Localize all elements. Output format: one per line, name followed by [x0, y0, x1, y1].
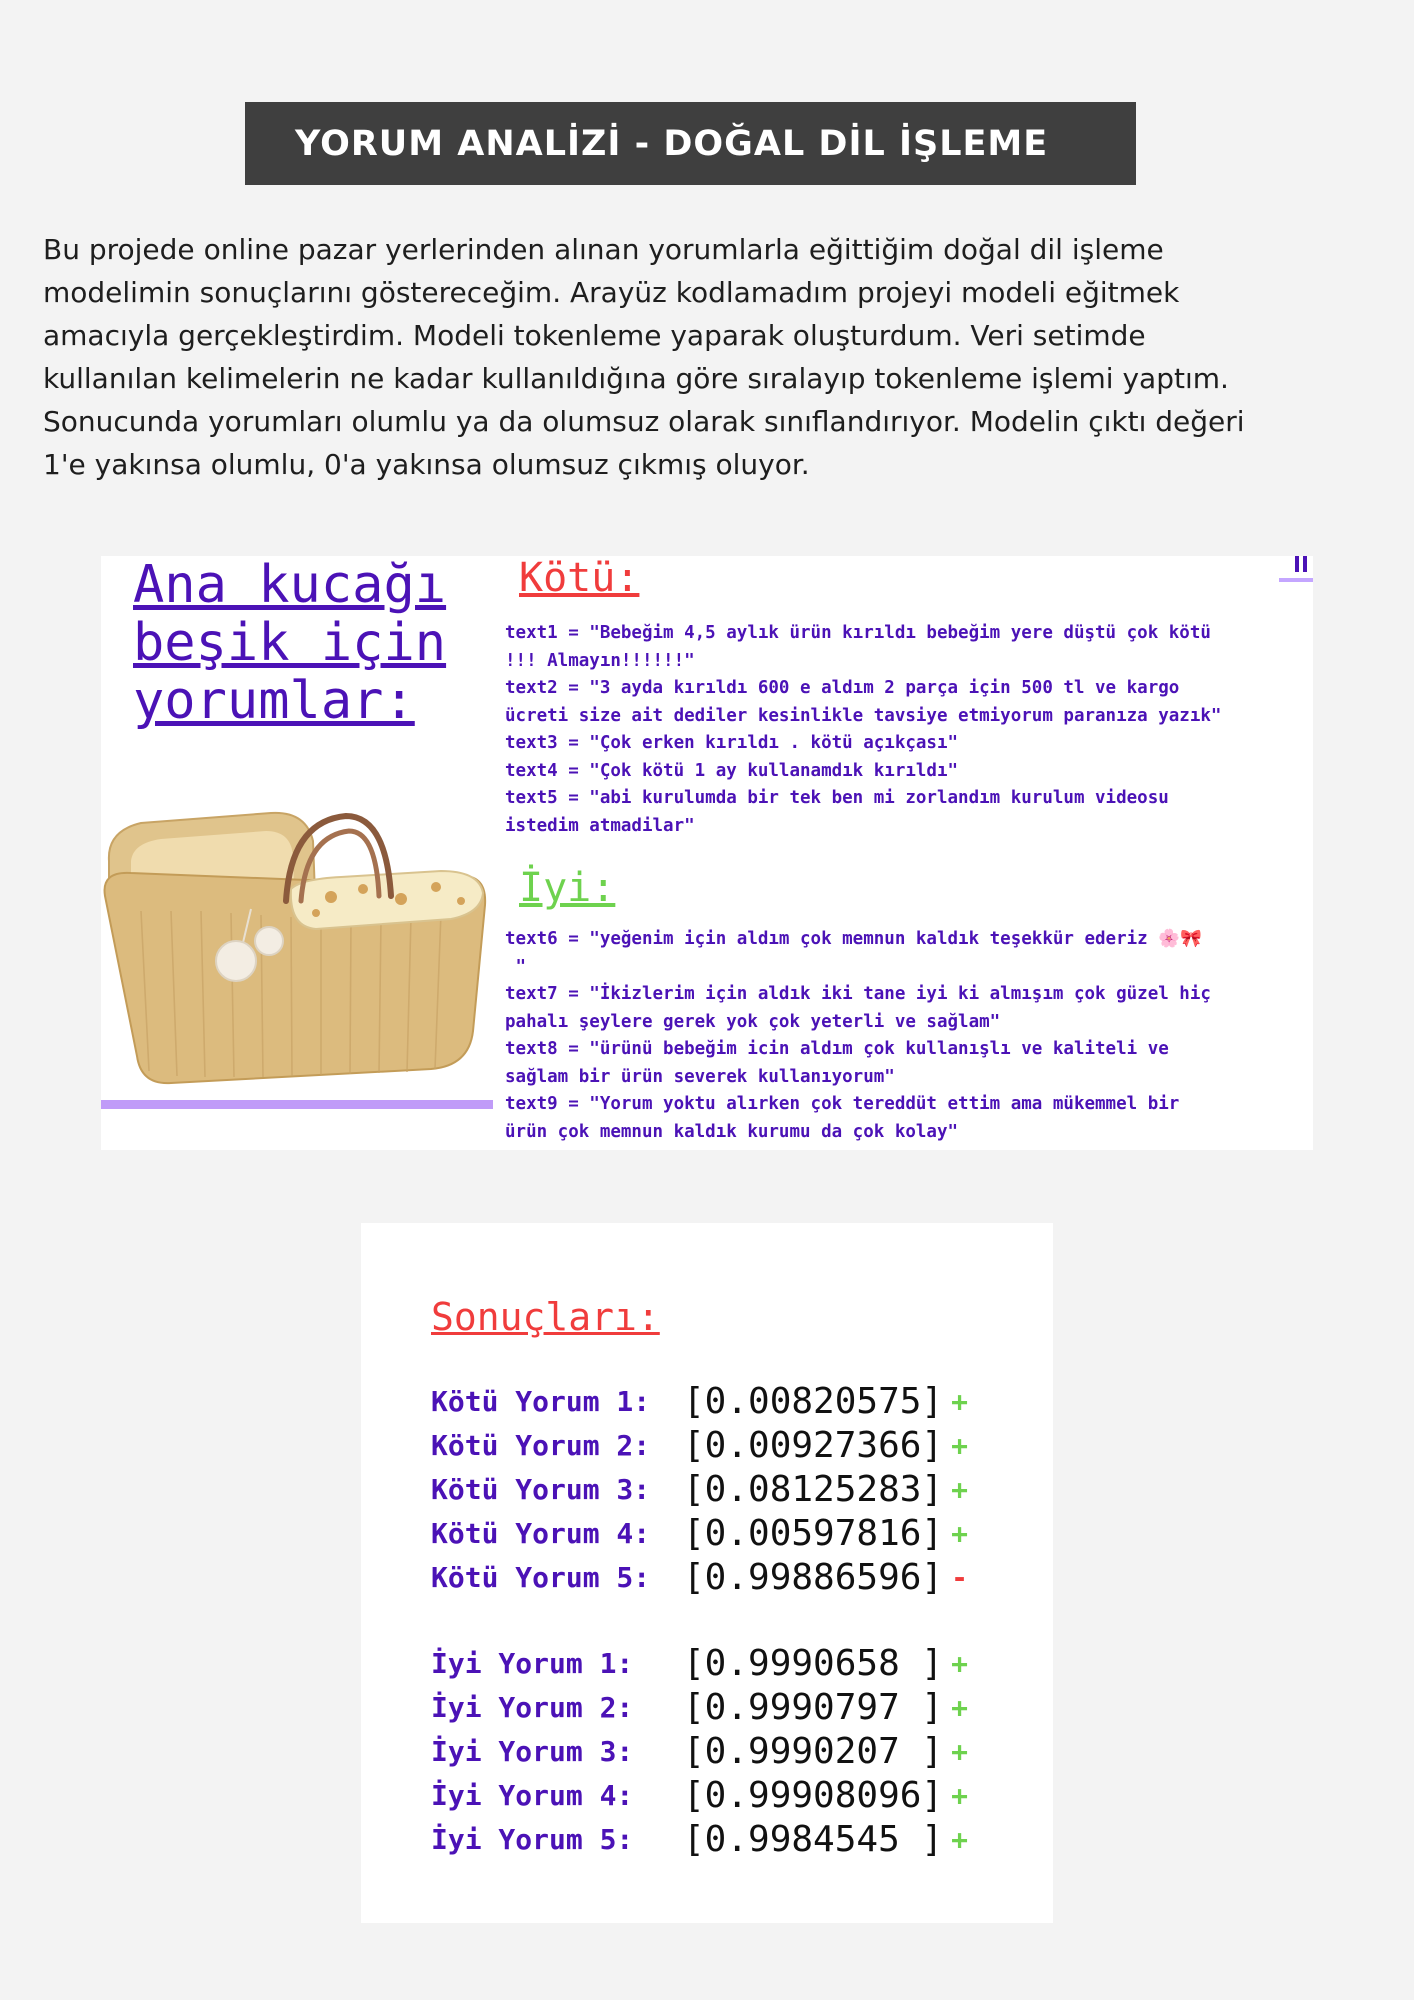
- result-value: [0.00927366]: [683, 1424, 944, 1466]
- result-sign: +: [951, 1516, 968, 1550]
- comments-panel: Ana kucağı beşik için yorumlar: Kötü: te…: [101, 556, 1313, 1150]
- code-line: pahalı şeylere gerek yok çok yeterli ve …: [505, 1011, 1001, 1032]
- result-value: [0.9990658 ]: [683, 1642, 944, 1684]
- result-sign: +: [951, 1428, 968, 1462]
- result-label: Kötü Yorum 3:: [431, 1472, 651, 1506]
- code-line: istedim atmadilar": [505, 815, 695, 836]
- corner-mark-icon: [1279, 556, 1313, 584]
- result-label: İyi Yorum 4:: [431, 1778, 634, 1812]
- code-line: text3 = "Çok erken kırıldı . kötü açıkça…: [505, 733, 959, 753]
- code-line: text7 = "İkizlerim için aldık iki tane i…: [505, 984, 1211, 1004]
- bad-heading: Kötü:: [519, 556, 640, 601]
- result-sign: -: [951, 1560, 968, 1594]
- result-sign: +: [951, 1734, 968, 1768]
- result-row: Kötü Yorum 4: [0.00597816] +: [431, 1511, 968, 1555]
- good-heading: İyi:: [519, 865, 616, 911]
- baby-basket-illustration: [103, 811, 487, 1085]
- code-line: sağlam bir ürün severek kullanıyorum": [505, 1066, 895, 1087]
- result-sign: +: [951, 1690, 968, 1724]
- results-heading: Sonuçları:: [431, 1295, 660, 1339]
- comments-heading: Ana kucağı beşik için yorumlar:: [133, 556, 447, 731]
- bad-comments-list: text1 = "Bebeğim 4,5 aylık ürün kırıldı …: [505, 620, 1313, 840]
- good-comments-list: text6 = "yeğenim için aldım çok memnun k…: [505, 926, 1313, 1146]
- result-sign: +: [951, 1646, 968, 1680]
- result-row: İyi Yorum 3: [0.9990207 ] +: [431, 1729, 968, 1773]
- result-label: İyi Yorum 3:: [431, 1734, 634, 1768]
- result-value: [0.9990207 ]: [683, 1730, 944, 1772]
- result-label: İyi Yorum 2:: [431, 1690, 634, 1724]
- result-sign: +: [951, 1384, 968, 1418]
- result-row: Kötü Yorum 1: [0.00820575] +: [431, 1379, 968, 1423]
- intro-text: Bu projede online pazar yerlerinden alın…: [43, 228, 1383, 486]
- code-line: !!! Almayın!!!!!!": [505, 650, 695, 671]
- page-title: YORUM ANALİZİ - DOĞAL DİL İŞLEME: [245, 102, 1136, 185]
- result-value: [0.99886596]: [683, 1556, 944, 1598]
- result-row: Kötü Yorum 5: [0.99886596] -: [431, 1555, 968, 1599]
- result-row: Kötü Yorum 3: [0.08125283] +: [431, 1467, 968, 1511]
- result-value: [0.00597816]: [683, 1512, 944, 1554]
- code-line: ": [505, 956, 527, 977]
- result-row: Kötü Yorum 2: [0.00927366] +: [431, 1423, 968, 1467]
- result-value: [0.99908096]: [683, 1774, 944, 1816]
- intro-line: kullanılan kelimelerin ne kadar kullanıl…: [43, 362, 1229, 395]
- result-row: İyi Yorum 4: [0.99908096] +: [431, 1773, 968, 1817]
- result-label: Kötü Yorum 1:: [431, 1384, 651, 1418]
- result-label: İyi Yorum 5:: [431, 1822, 634, 1856]
- intro-line: modelimin sonuçlarını göstereceğim. Aray…: [43, 276, 1180, 309]
- result-sign: +: [951, 1778, 968, 1812]
- result-value: [0.9990797 ]: [683, 1686, 944, 1728]
- code-line: text5 = "abi kurulumda bir tek ben mi zo…: [505, 788, 1169, 808]
- intro-line: amacıyla gerçekleştirdim. Modeli tokenle…: [43, 319, 1146, 352]
- result-label: Kötü Yorum 5:: [431, 1560, 651, 1594]
- result-label: Kötü Yorum 2:: [431, 1428, 651, 1462]
- code-line: text2 = "3 ayda kırıldı 600 e aldım 2 pa…: [505, 678, 1180, 698]
- result-value: [0.08125283]: [683, 1468, 944, 1510]
- intro-line: 1'e yakınsa olumlu, 0'a yakınsa olumsuz …: [43, 448, 810, 481]
- result-value: [0.9984545 ]: [683, 1818, 944, 1860]
- code-line: ürün çok memnun kaldık kurumu da çok kol…: [505, 1121, 959, 1142]
- code-line: text4 = "Çok kötü 1 ay kullanamdık kırıl…: [505, 760, 959, 781]
- code-line: text9 = "Yorum yoktu alırken çok tereddü…: [505, 1094, 1180, 1114]
- result-value: [0.00820575]: [683, 1380, 944, 1422]
- code-line: text1 = "Bebeğim 4,5 aylık ürün kırıldı …: [505, 623, 1211, 643]
- result-label: Kötü Yorum 4:: [431, 1516, 651, 1550]
- code-line: text6 = "yeğenim için aldım çok memnun k…: [505, 929, 1202, 949]
- result-row: İyi Yorum 5: [0.9984545 ] +: [431, 1817, 968, 1861]
- result-sign: +: [951, 1822, 968, 1856]
- result-sign: +: [951, 1472, 968, 1506]
- accent-divider: [101, 1100, 493, 1109]
- result-row: İyi Yorum 1: [0.9990658 ] +: [431, 1641, 968, 1685]
- results-panel: Sonuçları: Kötü Yorum 1: [0.00820575] + Kö…: [361, 1223, 1053, 1923]
- code-line: text8 = "ürünü bebeğim icin aldım çok ku…: [505, 1039, 1169, 1059]
- intro-line: Bu projede online pazar yerlerinden alın…: [43, 233, 1164, 266]
- intro-line: Sonucunda yorumları olumlu ya da olumsuz…: [43, 405, 1245, 438]
- result-row: İyi Yorum 2: [0.9990797 ] +: [431, 1685, 968, 1729]
- code-line: ücreti size ait dediler kesinlikle tavsi…: [505, 705, 1222, 726]
- result-label: İyi Yorum 1:: [431, 1646, 634, 1680]
